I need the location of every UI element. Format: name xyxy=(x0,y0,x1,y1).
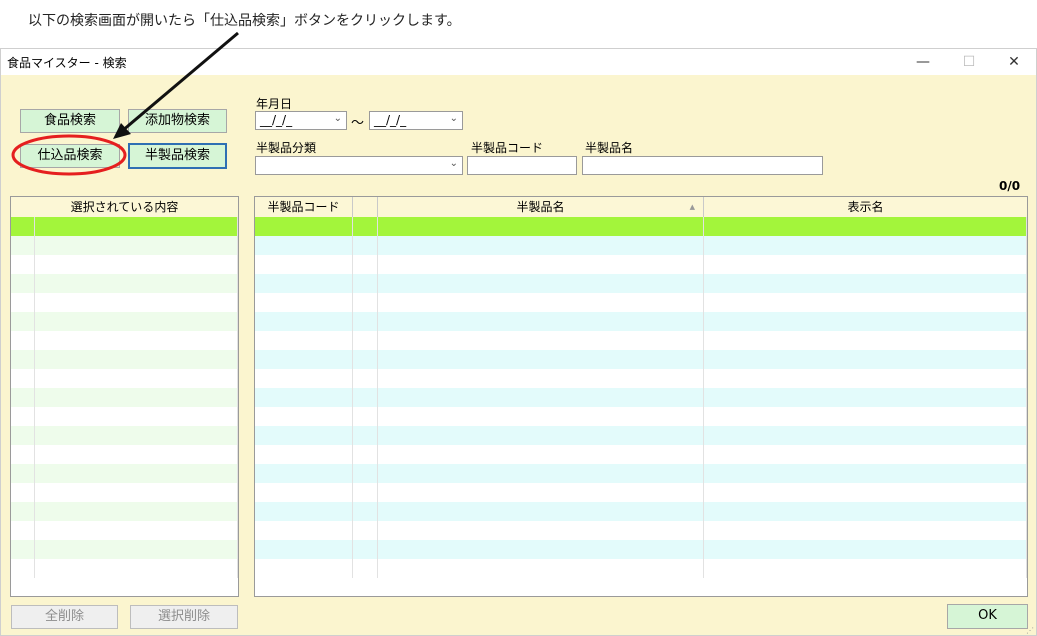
highlight-circle xyxy=(11,134,127,176)
annotation-overlay xyxy=(11,31,239,176)
pointer-arrow-line xyxy=(121,31,239,133)
